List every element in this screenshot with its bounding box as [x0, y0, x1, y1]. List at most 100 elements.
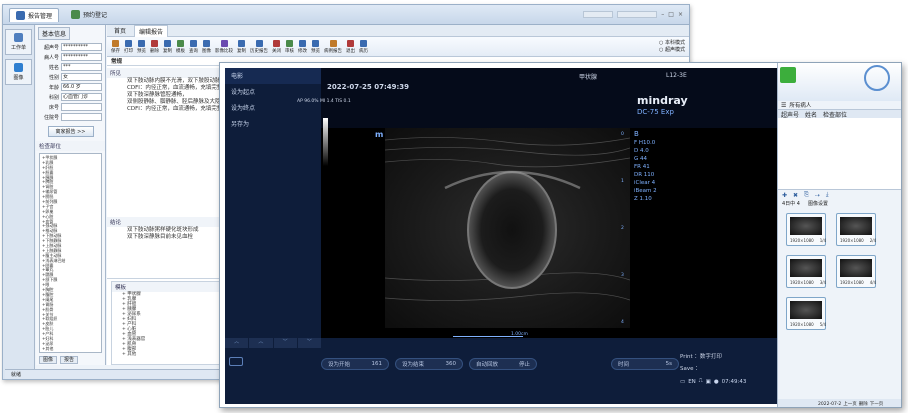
toolbar-button[interactable]: 影像比较 — [213, 39, 235, 54]
add-icon[interactable]: ✚ — [782, 192, 787, 199]
toolbar-button[interactable]: 修改 — [296, 39, 309, 54]
toolbar-button[interactable]: 病历 — [357, 39, 370, 54]
settings-icon[interactable]: ● — [714, 379, 719, 385]
toolbar-button[interactable]: 预览 — [309, 39, 322, 54]
toolbar-icon — [255, 39, 263, 47]
toolbar-button[interactable]: 关闭 — [270, 39, 283, 54]
option-us[interactable]: ○ 超声模式 — [659, 47, 685, 54]
exam-tree[interactable]: +甲状腺 +乳腺 +肝胆 +胆囊 +胰腺 +脾脏 +肾脏 +输尿管 +膀胱 +前列腺 +子宫 +卵巢 +… — [39, 153, 102, 353]
panel-tab-images[interactable]: 图像 — [39, 356, 58, 364]
app-icon[interactable] — [780, 67, 796, 83]
toolbar-icon — [299, 39, 306, 47]
thumbnail-caption: 1920×1080 5/4 — [790, 322, 826, 327]
thumbnail-caption: 1920×1080 3/4 — [790, 280, 826, 285]
tab-basic-info[interactable]: 基本信息 — [38, 27, 71, 40]
toolbar-button[interactable]: 复制 — [235, 39, 248, 54]
thumb-size: 1920×1080 — [790, 280, 814, 285]
field-input[interactable] — [61, 113, 102, 121]
image-thumbnail[interactable]: 1920×1080 5/4 — [786, 297, 826, 330]
toolbar-button[interactable]: 打印 — [122, 39, 135, 54]
field-input[interactable]: ********** — [61, 53, 102, 61]
toolbar-button[interactable]: 查询 — [187, 39, 200, 54]
thumb-size: 1920×1080 — [840, 238, 864, 243]
all-patients-label[interactable]: 所有病人 — [789, 101, 811, 109]
image-thumbnail[interactable]: 1920×1080 2/4 — [836, 213, 876, 246]
field-label: 病人号 — [43, 54, 59, 61]
down-icon[interactable]: ﹀ — [297, 338, 321, 348]
patient-field: 姓名 *** — [36, 62, 105, 72]
history-report-button[interactable]: 离家报告 >> — [47, 126, 94, 137]
field-input[interactable]: 女 — [61, 73, 102, 81]
window-controls: – □ × — [583, 11, 683, 18]
col-name[interactable]: 姓名 — [805, 110, 817, 119]
close-icon[interactable]: × — [678, 11, 683, 18]
delete-icon[interactable]: ✖ — [793, 192, 798, 199]
mode-options[interactable]: ○ 本科模式 ○ 超声模式 — [659, 40, 689, 54]
copy-icon[interactable]: ⎘ — [804, 191, 809, 199]
btn-label: 时间 — [618, 362, 630, 368]
move-icon[interactable]: ⇢ — [815, 192, 820, 199]
field-input[interactable]: 心血管门诊 — [61, 93, 102, 101]
download-icon[interactable]: ⤓ — [826, 191, 829, 199]
maximize-icon[interactable]: □ — [668, 11, 674, 18]
doc-tab-home[interactable]: 首页 — [110, 25, 130, 36]
screen-icon[interactable] — [229, 357, 243, 366]
panel-tab-report[interactable]: 报告 — [60, 356, 79, 364]
toolbar-button[interactable]: 病例报告 — [322, 39, 344, 54]
status-time: 07:49:43 — [721, 378, 747, 385]
col-exam-no[interactable]: 超声号 — [781, 110, 799, 119]
delete-button[interactable]: 删除 — [859, 401, 868, 407]
up-icon[interactable]: ︿ — [249, 338, 273, 348]
folder-icon[interactable]: ▭ — [680, 379, 685, 385]
image-settings[interactable]: 图像设置 — [808, 200, 828, 209]
patient-list[interactable] — [778, 118, 901, 190]
toolbar-button[interactable]: 预览 — [135, 39, 148, 54]
doc-tab-edit[interactable]: 编辑报告 — [134, 24, 169, 37]
cine-menu-item[interactable]: 电影 — [225, 68, 321, 84]
image-thumbnail[interactable]: 1920×1080 4/4 — [836, 255, 876, 288]
usb-icon[interactable]: ⎍ — [699, 378, 703, 385]
tab-appointment[interactable]: 预约登记 — [65, 8, 113, 21]
field-input[interactable]: 66.0 岁 — [61, 83, 102, 91]
tree-item[interactable]: +其他 — [42, 346, 99, 352]
toolbar-button[interactable]: 图像 — [200, 39, 213, 54]
nav-worklist[interactable]: 工作单 — [5, 29, 32, 55]
col-exam-part[interactable]: 检查部位 — [823, 110, 847, 119]
field-input[interactable] — [61, 103, 102, 111]
up-icon[interactable]: ︿ — [225, 338, 249, 348]
toolbar-icon — [164, 39, 171, 47]
ultrasound-image[interactable] — [385, 128, 630, 328]
image-count: 4日中 4 — [782, 201, 800, 207]
lang-label[interactable]: EN — [688, 379, 696, 385]
tab-report-management[interactable]: 报告管理 — [9, 7, 60, 22]
toolbar-button[interactable]: 审核 — [283, 39, 296, 54]
cine-menu-item[interactable]: 设为起点 — [225, 84, 321, 100]
time-button[interactable]: 时间 5s — [611, 358, 679, 370]
option-dept[interactable]: ○ 本科模式 — [659, 40, 685, 47]
auto-play-button[interactable]: 自动回放 停止 — [469, 358, 537, 370]
image-thumbnail[interactable]: 1920×1080 1/4 — [786, 213, 826, 246]
image-thumbnail[interactable]: 1920×1080 3/4 — [786, 255, 826, 288]
down-icon[interactable]: ﹀ — [273, 338, 297, 348]
next-page-button[interactable]: 下一页 — [870, 401, 884, 407]
toolbar-button[interactable]: 历史报告 — [248, 39, 270, 54]
toolbar-button[interactable]: 退出 — [344, 39, 357, 54]
sub-tab-regular[interactable]: 常规 — [111, 57, 122, 65]
cine-menu-item[interactable]: 另存为 — [225, 116, 321, 132]
set-end-button[interactable]: 设为结束 360 — [395, 358, 463, 370]
report-title-bar: 报告管理 预约登记 – □ × — [3, 5, 689, 25]
minimize-icon[interactable]: – — [661, 11, 664, 18]
field-input[interactable]: ********** — [61, 43, 102, 51]
toolbar-button[interactable]: 复制 — [161, 39, 174, 54]
hospital-logo-icon — [864, 65, 890, 91]
prev-page-button[interactable]: 上一页 — [843, 401, 857, 407]
toolbar-button[interactable]: 删除 — [148, 39, 161, 54]
ultrasound-screen: 电影 设为起点 设为终点 另存为 甲状腺 L12-3E 2022-07-25 07:4… — [225, 68, 777, 404]
field-input[interactable]: *** — [61, 63, 102, 71]
toolbar-button[interactable]: 模板 — [174, 39, 187, 54]
patient-field: 超声号 ********** — [36, 42, 105, 52]
nav-images[interactable]: 图像 — [5, 59, 32, 85]
param-value: iBeam 2 — [634, 188, 657, 194]
toolbar-button[interactable]: 保存 — [109, 39, 122, 54]
set-start-button[interactable]: 设为开始 161 — [321, 358, 389, 370]
